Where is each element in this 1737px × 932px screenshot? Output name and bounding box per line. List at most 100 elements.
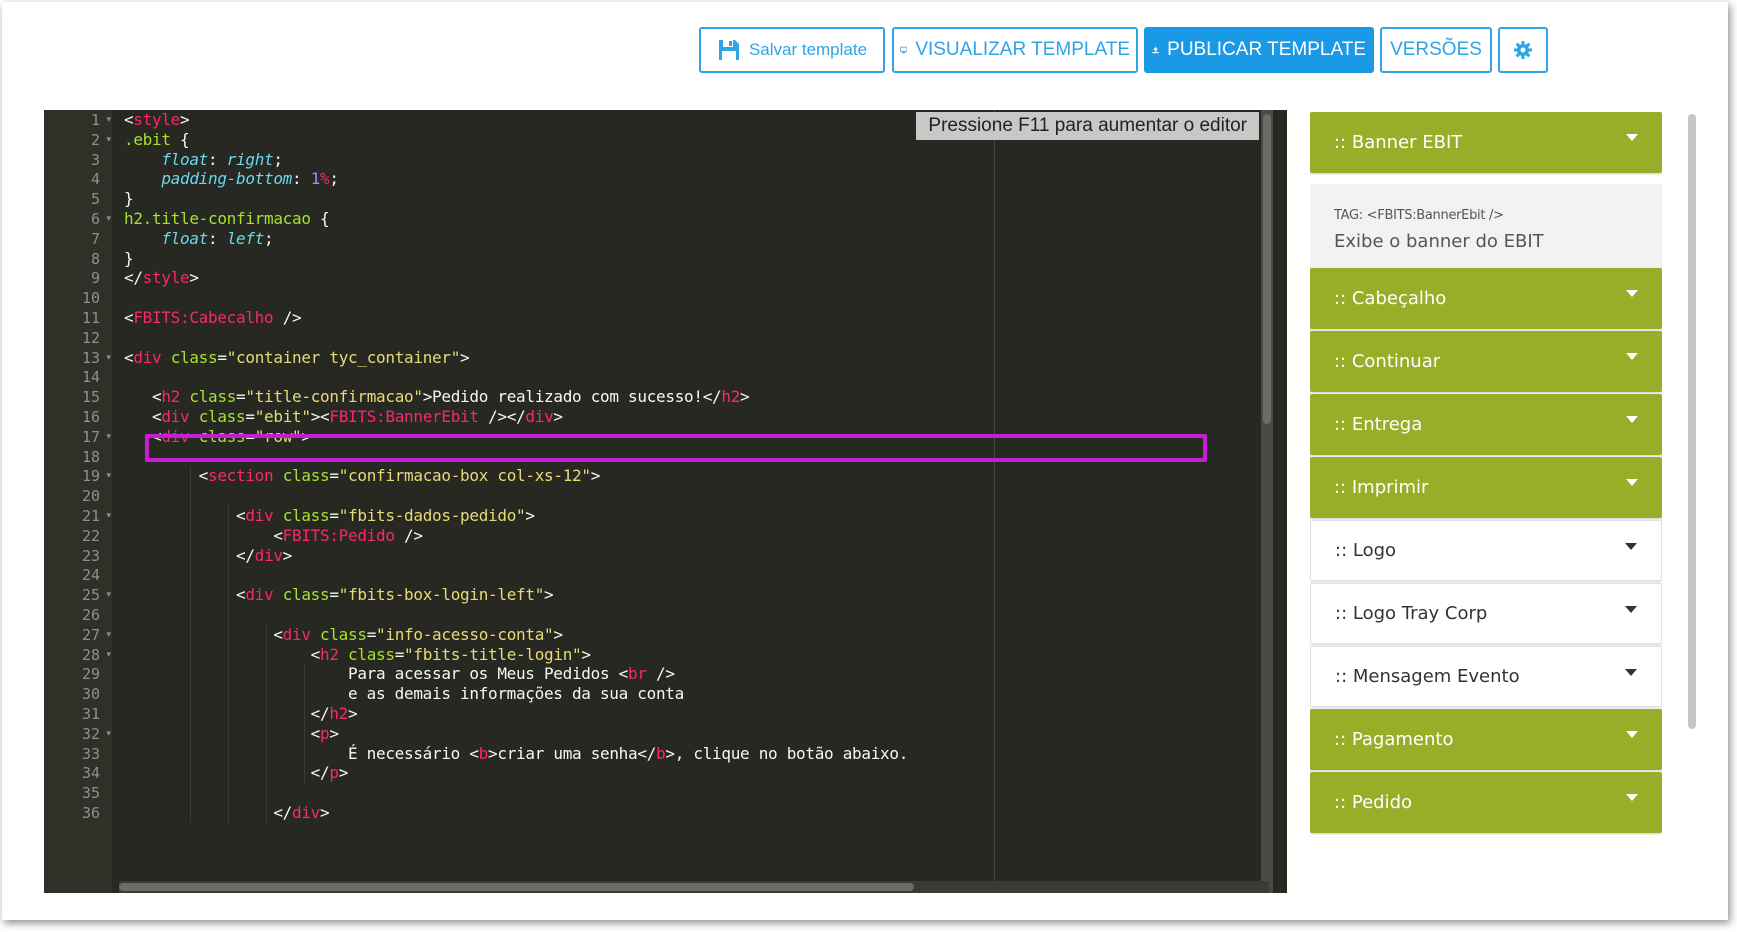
save-icon (718, 40, 739, 60)
line-number: 24 (81, 566, 100, 585)
code-line: </div> (273, 803, 330, 822)
caret-down-icon[interactable] (1626, 794, 1638, 801)
preview-template-label: VISUALIZAR TEMPLATE (915, 39, 1130, 60)
panel-section-label: :: Logo (1335, 540, 1397, 561)
line-number: 18 (81, 447, 100, 466)
fold-toggle-icon[interactable]: ▾ (106, 208, 111, 230)
panel-section-entrega[interactable]: :: Entrega (1310, 394, 1662, 455)
panel-section-pedido[interactable]: :: Pedido (1310, 772, 1662, 833)
code-line: padding-bottom: 1%; (161, 169, 339, 189)
fold-toggle-icon[interactable]: ▾ (106, 624, 111, 646)
scroll-thumb[interactable] (1263, 114, 1271, 424)
caret-down-icon[interactable] (1626, 416, 1638, 423)
panel-section-banner-ebit[interactable]: :: Banner EBIT (1310, 112, 1662, 173)
app-frame: Salvar template VISUALIZAR TEMPLATE PUBL… (2, 2, 1728, 920)
panel-section-label: :: Pedido (1334, 792, 1413, 813)
fold-toggle-icon[interactable]: ▾ (106, 426, 111, 448)
line-number: 25 (81, 586, 100, 605)
line-number: 23 (81, 546, 100, 565)
fold-toggle-icon[interactable]: ▾ (106, 347, 111, 369)
code-line: float: right; (161, 149, 283, 169)
editor-horizontal-scrollbar[interactable] (119, 881, 1269, 893)
fold-toggle-icon[interactable]: ▾ (106, 723, 111, 745)
line-number: 13 (81, 348, 100, 367)
line-number: 17 (81, 427, 100, 446)
code-line: Para acessar os Meus Pedidos <br /> (124, 664, 675, 684)
line-number: 12 (81, 328, 100, 347)
code-line: <FBITS:Pedido /> (273, 525, 423, 545)
code-line: É necessário <b>criar uma senha</b>, cli… (124, 743, 909, 763)
code-line: <p> (310, 723, 339, 743)
fold-toggle-icon[interactable]: ▾ (106, 644, 111, 666)
highlight-box (145, 434, 1207, 462)
code-line: .ebit { (124, 129, 190, 149)
panel-section-logo-tray-corp[interactable]: :: Logo Tray Corp (1310, 583, 1662, 644)
line-number: 4 (90, 170, 100, 189)
panel-section-mensagem-evento[interactable]: :: Mensagem Evento (1310, 646, 1662, 707)
line-number: 33 (81, 744, 100, 763)
publish-template-button[interactable]: PUBLICAR TEMPLATE (1144, 27, 1374, 73)
caret-down-icon[interactable] (1625, 606, 1637, 613)
caret-down-icon[interactable] (1625, 669, 1637, 676)
fold-toggle-icon[interactable]: ▾ (106, 584, 111, 606)
line-number: 7 (90, 229, 100, 248)
gear-icon (1514, 41, 1532, 59)
line-number: 9 (90, 269, 100, 288)
code-line: <h2 class="fbits-title-login"> (310, 644, 591, 664)
editor-vertical-scrollbar[interactable] (1261, 110, 1273, 893)
caret-down-icon[interactable] (1626, 353, 1638, 360)
panel-section-label: :: Logo Tray Corp (1335, 603, 1488, 624)
print-margin (994, 110, 995, 893)
code-line: <section class="confirmacao-box col-xs-1… (198, 466, 601, 486)
panel-section-pagamento[interactable]: :: Pagamento (1310, 709, 1662, 770)
versions-button[interactable]: VERSÕES (1380, 27, 1492, 73)
code-line: <div class="fbits-dados-pedido"> (236, 506, 535, 525)
line-number: 27 (81, 625, 100, 644)
line-number: 26 (81, 606, 100, 624)
caret-down-icon[interactable] (1626, 479, 1638, 486)
panel-section-logo[interactable]: :: Logo (1310, 520, 1662, 581)
caret-down-icon[interactable] (1626, 134, 1638, 141)
line-number: 3 (90, 150, 100, 169)
panel-section-continuar[interactable]: :: Continuar (1310, 331, 1662, 392)
panel-section-cabeçalho[interactable]: :: Cabeçalho (1310, 268, 1662, 329)
line-number: 30 (81, 685, 100, 704)
scroll-thumb[interactable] (119, 883, 914, 891)
caret-down-icon[interactable] (1626, 290, 1638, 297)
line-number: 10 (81, 289, 100, 308)
indent-guide (190, 466, 191, 823)
code-line: <h2 class="title-confirmacao">Pedido rea… (152, 387, 750, 407)
line-number: 5 (90, 190, 100, 209)
line-number: 14 (81, 368, 100, 387)
panel-section-imprimir[interactable]: :: Imprimir (1310, 457, 1662, 518)
caret-down-icon[interactable] (1625, 543, 1637, 550)
code-line: <FBITS:Cabecalho /> (124, 308, 302, 327)
line-number-gutter: 1 ▾ 2 ▾ 3 4 5 6 ▾ 7 8 9 10 11 12 13 ▾ 14 15 16 17 ▾ 18 19 ▾ 20 21 ▾… (44, 110, 112, 893)
line-number: 29 (81, 665, 100, 684)
code-line: </div> (236, 545, 293, 565)
preview-template-button[interactable]: VISUALIZAR TEMPLATE (892, 27, 1138, 73)
fullscreen-hint: Pressione F11 para aumentar o editor (916, 112, 1259, 140)
publish-template-label: PUBLICAR TEMPLATE (1167, 39, 1366, 60)
settings-button[interactable] (1498, 27, 1548, 73)
code-line: <div class="ebit"><FBITS:BannerEbit /></… (152, 407, 563, 426)
code-line: float: left; (161, 228, 274, 248)
line-number: 15 (81, 388, 100, 407)
panel-section-label: :: Mensagem Evento (1335, 666, 1520, 687)
line-number: 28 (81, 645, 100, 664)
line-number: 35 (81, 784, 100, 803)
caret-down-icon[interactable] (1626, 731, 1638, 738)
line-number: 11 (81, 309, 100, 327)
fold-toggle-icon[interactable]: ▾ (106, 505, 111, 527)
component-panel: :: Banner EBIT TAG: <FBITS:BannerEbit /> E… (1310, 112, 1662, 894)
code-line: h2.title-confirmacao { (124, 209, 330, 228)
panel-scrollbar[interactable] (1688, 114, 1696, 729)
code-editor[interactable]: 1 ▾ 2 ▾ 3 4 5 6 ▾ 7 8 9 10 11 12 13 ▾ 14 15 16 17 ▾ 18 19 ▾ 20 21 ▾… (44, 110, 1287, 893)
indent-guide (266, 624, 267, 823)
fold-toggle-icon[interactable]: ▾ (106, 465, 111, 487)
fold-toggle-icon[interactable]: ▾ (106, 129, 111, 151)
versions-label: VERSÕES (1390, 39, 1482, 60)
panel-section-label: :: Banner EBIT (1334, 132, 1463, 153)
panel-section-label: :: Imprimir (1334, 477, 1429, 498)
save-template-button[interactable]: Salvar template (699, 27, 885, 73)
